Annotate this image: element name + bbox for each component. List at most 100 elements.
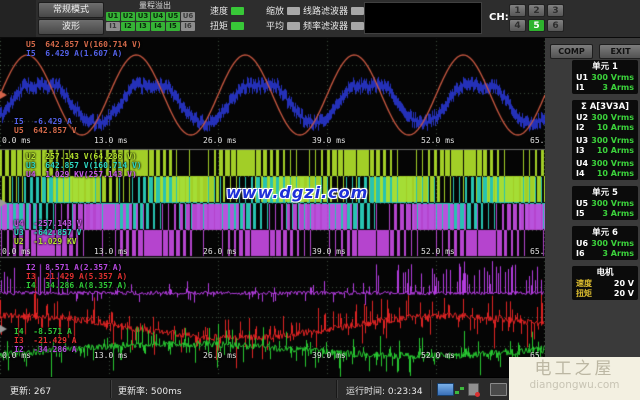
sidebar-panel-0: 单元 1U1300 Vrms I1 3 Arms [572, 60, 638, 94]
trace-scale-U3: U3 -642.857 V [14, 228, 81, 237]
update-count: 更新: 267 [10, 384, 51, 397]
channel-range-value: 20 V [614, 289, 634, 299]
sidebar-row-U2: U2300 Vrms [576, 113, 634, 123]
network-icon [455, 387, 464, 395]
range-overflow-label: 量程溢出 [106, 1, 204, 11]
channel-button-4[interactable]: 4 [509, 19, 526, 32]
time-tick-label: 13.0 ms [94, 136, 128, 145]
sidebar-panel-4: 电机速度20 V扭矩20 V [572, 266, 638, 300]
exit-button[interactable]: EXIT [599, 44, 640, 59]
sidebar: COMP EXIT 单元 1U1300 VrmsI13 ArmsΣ A[3V3A… [545, 37, 640, 377]
watermark-box: 电工之屋 diangongwu.com [509, 357, 640, 400]
message-display [364, 2, 482, 34]
channel-range-value: 10 Arms [597, 123, 634, 133]
trace-label-U4: U4 1.029 KV(257.143 V) [26, 170, 137, 179]
channel-range-value: 300 Vrms [591, 73, 634, 83]
channel-name: U6 [576, 239, 588, 249]
time-tick-label: 39.0 ms [312, 351, 346, 360]
speed-indicator [231, 7, 244, 15]
runtime: 运行时间: 0:23:34 [346, 384, 423, 397]
zoom-indicator [287, 7, 300, 15]
monitor-icon [490, 383, 507, 396]
channel-range-value: 3 Arms [602, 249, 634, 259]
sidebar-row-I3: I310 Arms [576, 146, 634, 156]
overflow-led-i3: I3 [136, 22, 150, 31]
channel-name: I4 [576, 169, 585, 179]
channel-button-3[interactable]: 3 [547, 4, 564, 17]
sidebar-row-I4: I410 Arms [576, 169, 634, 179]
line-filter-indicator [351, 7, 364, 15]
trace-label-I5: I5 6.429 A(1.607 A) [26, 49, 122, 58]
sidebar-row-扭矩: 扭矩 20 V [576, 289, 634, 299]
trace-scale-I4: I4 -8.571 A [14, 327, 72, 336]
channel-button-6[interactable]: 6 [547, 19, 564, 32]
sidebar-panel-title: 电机 [576, 268, 634, 279]
time-tick-label: 0.0 ms [2, 247, 31, 256]
trace-scale-U4: U4 -257.143 V [14, 219, 81, 228]
time-tick-label: 13.0 ms [94, 351, 128, 360]
overflow-led-i2: I2 [121, 22, 135, 31]
channel-name: U1 [576, 73, 588, 83]
channel-button-1[interactable]: 1 [509, 4, 526, 17]
channel-range-value: 3 Arms [602, 209, 634, 219]
toolbar-left-pad [0, 0, 36, 37]
usb-device-icon [468, 383, 479, 396]
channel-range-value: 300 Vrms [591, 199, 634, 209]
overflow-led-i6: I6 [181, 22, 195, 31]
overflow-u-leds: U1U2U3U4U5U6 [106, 12, 204, 21]
overflow-led-u6: U6 [181, 12, 195, 21]
watermark-title: 电工之屋 [509, 359, 640, 379]
speed-torque-group: 速度 扭矩 [210, 3, 244, 33]
average-label: 平均 [266, 19, 284, 32]
channel-label: CH: [489, 12, 509, 23]
sidebar-panel-title: 单元 6 [576, 228, 634, 239]
trace-scale-U5: U5 642.857 V [14, 126, 77, 135]
statusbar-separator [430, 380, 432, 398]
overflow-led-u4: U4 [151, 12, 165, 21]
trace-label-I4: I4 34.286 A(8.357 A) [26, 281, 127, 290]
channel-button-5[interactable]: 5 [528, 19, 545, 32]
overflow-i-leds: I1I2I3I4I5I6 [106, 22, 204, 31]
channel-range-value: 3 Arms [602, 83, 634, 93]
channel-name: I1 [576, 83, 585, 93]
time-tick-label: 26.0 ms [203, 136, 237, 145]
overflow-led-i5: I5 [166, 22, 180, 31]
sidebar-row-I6: I63 Arms [576, 249, 634, 259]
channel-range-value: 300 Vrms [591, 239, 634, 249]
sidebar-panel-title: 单元 1 [576, 62, 634, 73]
time-tick-label: 52.0 ms [421, 351, 455, 360]
sidebar-row-U5: U5300 Vrms [576, 199, 634, 209]
power-analyzer-screen: 常规模式 波形 量程溢出 U1U2U3U4U5U6 I1I2I3I4I5I6 速… [0, 0, 640, 400]
sidebar-panel-title: Σ A[3V3A] [576, 102, 634, 113]
sidebar-panel-2: 单元 5U5300 VrmsI53 Arms [572, 186, 638, 220]
channel-name: 扭矩 [576, 289, 592, 299]
time-tick-label: 26.0 ms [203, 247, 237, 256]
channel-button-2[interactable]: 2 [528, 4, 545, 17]
overflow-led-u2: U2 [121, 12, 135, 21]
sidebar-panels: 单元 1U1300 VrmsI13 ArmsΣ A[3V3A]U2300 Vrm… [572, 60, 638, 306]
overflow-led-u5: U5 [166, 12, 180, 21]
filter-group: 缩放 线路滤波器 平均 频率滤波器 [266, 3, 364, 33]
mode-button-group: 常规模式 波形 [38, 2, 104, 36]
sidebar-row-U3: U3300 Vrms [576, 136, 634, 146]
torque-label: 扭矩 [210, 19, 228, 32]
channel-name: I5 [576, 209, 585, 219]
overflow-led-u3: U3 [136, 12, 150, 21]
overflow-led-u1: U1 [106, 12, 120, 21]
channel-name: U2 [576, 113, 588, 123]
channel-name: U4 [576, 159, 588, 169]
overflow-led-i4: I4 [151, 22, 165, 31]
watermark-url: diangongwu.com [509, 379, 640, 392]
channel-range-value: 300 Vrms [591, 113, 634, 123]
sidebar-row-I2: I210 Arms [576, 123, 634, 133]
trace-scale-U2: U2 -1.029 KV [14, 237, 77, 246]
range-overflow-group: 量程溢出 U1U2U3U4U5U6 I1I2I3I4I5I6 [106, 1, 204, 31]
sidebar-panel-1: Σ A[3V3A]U2300 VrmsI210 Arms U3300 VrmsI3… [572, 100, 638, 180]
waveform-mode-button[interactable]: 波形 [38, 19, 104, 35]
comp-button[interactable]: COMP [550, 44, 593, 59]
time-tick-label: 39.0 ms [312, 136, 346, 145]
sidebar-panel-3: 单元 6U6300 VrmsI63 Arms [572, 226, 638, 260]
normal-mode-button[interactable]: 常规模式 [38, 2, 104, 18]
trace-scale-I3: I3 -21.429 A [14, 336, 77, 345]
time-tick-label: 13.0 ms [94, 247, 128, 256]
